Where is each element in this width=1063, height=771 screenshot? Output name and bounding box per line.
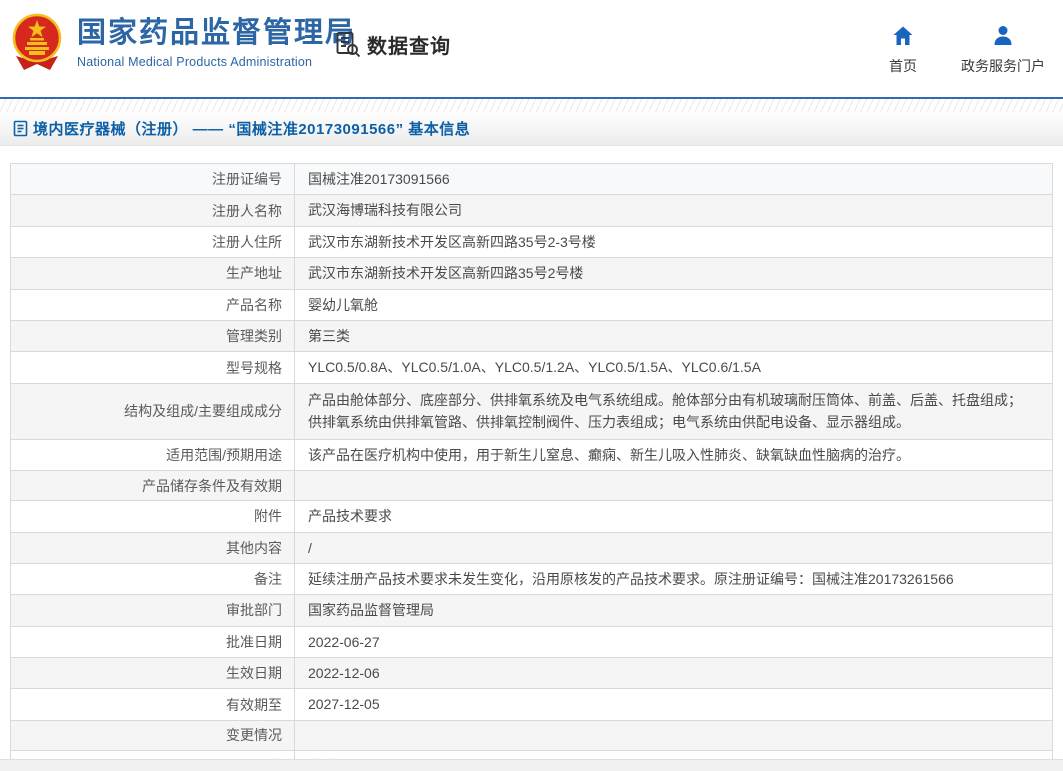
top-nav: 首页 政务服务门户 <box>889 24 1045 76</box>
row-label: 产品储存条件及有效期 <box>142 477 282 494</box>
row-value: 2027-12-05 <box>308 696 380 713</box>
table-row-management-class: 管理类别 第三类 <box>11 320 1052 353</box>
row-value: 武汉市东湖新技术开发区高新四路35号2-3号楼 <box>308 233 596 250</box>
breadcrumb: 境内医疗器械（注册） —— “国械注准20173091566” 基本信息 <box>0 112 1063 146</box>
table-row-registrant-name: 注册人名称 武汉海博瑞科技有限公司 <box>11 195 1052 227</box>
row-value: YLC0.5/0.8A、YLC0.5/1.0A、YLC0.5/1.2A、YLC0… <box>308 359 761 376</box>
user-icon <box>994 26 1012 45</box>
data-query-label: 数据查询 <box>367 36 451 58</box>
row-label: 生效日期 <box>226 665 282 682</box>
nav-home-label: 首页 <box>889 58 917 74</box>
table-row-product-name: 产品名称 婴幼儿氧舱 <box>11 289 1052 321</box>
table-row-structure: 结构及组成/主要组成成分 产品由舱体部分、底座部分、供排氧系统及电气系统组成。舱… <box>11 383 1052 440</box>
row-value: 第三类 <box>308 327 350 344</box>
table-row-model-spec: 型号规格 YLC0.5/0.8A、YLC0.5/1.0A、YLC0.5/1.2A… <box>11 352 1052 384</box>
page-footer-strip <box>0 759 1063 771</box>
row-label: 备注 <box>254 571 282 588</box>
row-label: 适用范围/预期用途 <box>166 446 282 463</box>
nav-gov-portal[interactable]: 政务服务门户 <box>961 24 1045 76</box>
home-icon <box>893 26 913 45</box>
row-label: 型号规格 <box>226 359 282 376</box>
data-query-tab[interactable]: 数据查询 <box>335 30 451 59</box>
row-value <box>295 721 1052 750</box>
row-label: 注册证编号 <box>212 171 282 188</box>
table-row-scope: 适用范围/预期用途 该产品在医疗机构中使用，用于新生儿窒息、癫痫、新生儿吸入性肺… <box>11 439 1052 472</box>
hatch-pattern-band <box>0 99 1063 112</box>
data-query-icon <box>336 32 361 58</box>
row-value: 2022-12-06 <box>308 665 380 682</box>
national-emblem-icon <box>12 13 62 70</box>
row-value: 延续注册产品技术要求未发生变化，沿用原核发的产品技术要求。原注册证编号：国械注准… <box>308 570 954 587</box>
table-row-changes: 变更情况 <box>11 720 1052 751</box>
row-label: 产品名称 <box>226 296 282 313</box>
row-label: 变更情况 <box>226 727 282 744</box>
row-label: 注册人住所 <box>212 233 282 250</box>
table-row-storage: 产品储存条件及有效期 <box>11 471 1052 502</box>
breadcrumb-text: 境内医疗器械（注册） —— “国械注准20173091566” 基本信息 <box>33 121 471 138</box>
nav-gov-portal-label: 政务服务门户 <box>961 58 1045 74</box>
table-row-reg-no: 注册证编号 国械注准20173091566 <box>11 164 1052 196</box>
row-value: 2022-06-27 <box>308 633 380 650</box>
row-label: 生产地址 <box>226 265 282 282</box>
row-value: 产品技术要求 <box>308 508 392 525</box>
row-value: 国械注准20173091566 <box>308 171 450 187</box>
table-row-attachment: 附件 产品技术要求 <box>11 501 1052 533</box>
site-logo[interactable]: 国家药品监督管理局 National Medical Products Admi… <box>10 12 356 74</box>
info-table: 注册证编号 国械注准20173091566 注册人名称 武汉海博瑞科技有限公司 … <box>10 163 1053 771</box>
table-row-approval-dept: 审批部门 国家药品监督管理局 <box>11 595 1052 627</box>
row-value: 国家药品监督管理局 <box>308 602 434 619</box>
row-value: 武汉海博瑞科技有限公司 <box>308 202 462 219</box>
table-row-remark: 备注 延续注册产品技术要求未发生变化，沿用原核发的产品技术要求。原注册证编号：国… <box>11 563 1052 596</box>
row-label: 附件 <box>254 508 282 525</box>
org-names: 国家药品监督管理局 National Medical Products Admi… <box>77 17 356 68</box>
row-label: 其他内容 <box>226 539 282 556</box>
org-name-zh: 国家药品监督管理局 <box>77 17 357 50</box>
row-value: 婴幼儿氧舱 <box>308 296 378 313</box>
row-label: 批准日期 <box>226 633 282 650</box>
table-row-valid-until: 有效期至 2027-12-05 <box>11 689 1052 721</box>
header: 国家药品监督管理局 National Medical Products Admi… <box>0 0 1063 97</box>
row-value <box>295 471 1052 500</box>
row-value: / <box>308 539 312 556</box>
row-value: 武汉市东湖新技术开发区高新四路35号2号楼 <box>308 265 584 282</box>
table-row-registrant-address: 注册人住所 武汉市东湖新技术开发区高新四路35号2-3号楼 <box>11 226 1052 259</box>
nav-home[interactable]: 首页 <box>889 24 917 76</box>
row-label: 结构及组成/主要组成成分 <box>124 403 282 420</box>
row-value: 产品由舱体部分、底座部分、供排氧系统及电气系统组成。舱体部分由有机玻璃耐压筒体、… <box>308 391 1022 431</box>
table-row-approval-date: 批准日期 2022-06-27 <box>11 626 1052 659</box>
table-row-effective-date: 生效日期 2022-12-06 <box>11 658 1052 690</box>
document-icon <box>13 120 28 137</box>
page: 国家药品监督管理局 National Medical Products Admi… <box>0 0 1063 771</box>
row-label: 注册人名称 <box>212 202 282 219</box>
row-value: 该产品在医疗机构中使用，用于新生儿窒息、癫痫、新生儿吸入性肺炎、缺氧缺血性脑病的… <box>308 446 910 463</box>
org-name-en: National Medical Products Administration <box>77 54 313 69</box>
table-row-production-address: 生产地址 武汉市东湖新技术开发区高新四路35号2号楼 <box>11 258 1052 290</box>
row-label: 审批部门 <box>226 602 282 619</box>
table-row-other: 其他内容 / <box>11 532 1052 564</box>
row-label: 管理类别 <box>226 328 282 345</box>
row-label: 有效期至 <box>226 696 282 713</box>
